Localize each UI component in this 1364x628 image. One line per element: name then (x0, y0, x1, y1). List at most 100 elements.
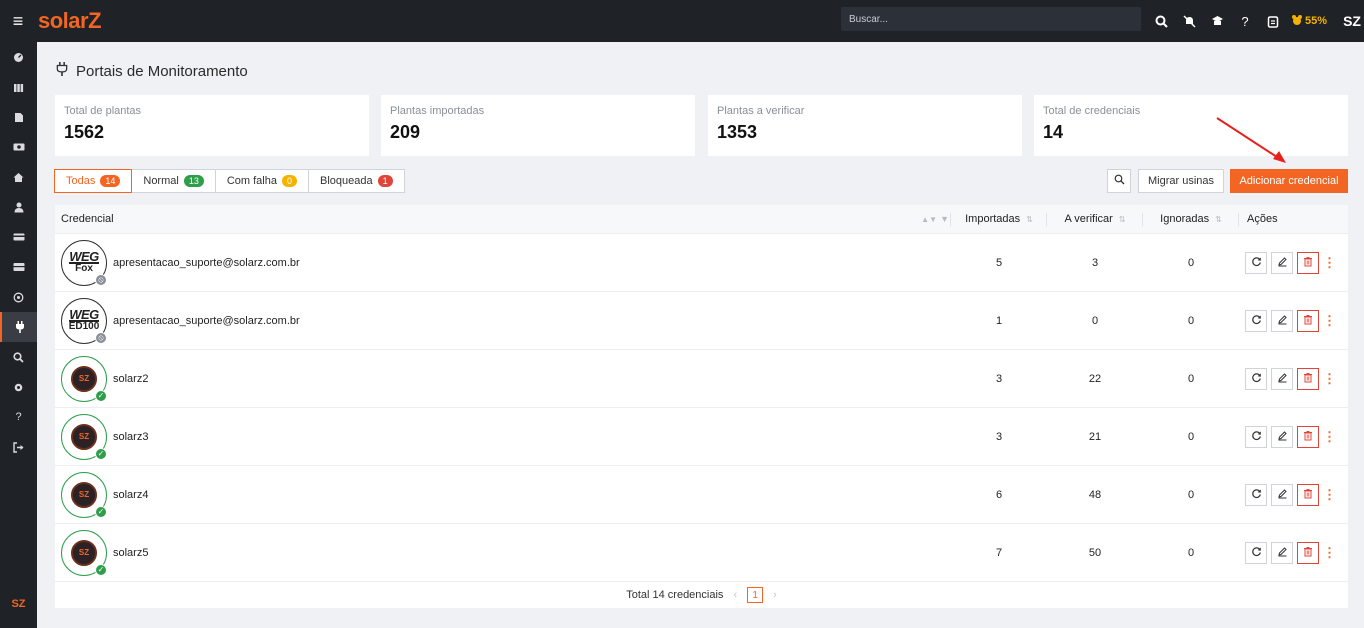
more-options-icon[interactable]: ⋮ (1323, 255, 1336, 271)
page-number[interactable]: 1 (747, 587, 764, 603)
user-avatar[interactable]: SZ (1341, 10, 1363, 32)
sync-button[interactable] (1245, 541, 1267, 564)
more-options-icon[interactable]: ⋮ (1323, 487, 1336, 503)
delete-button[interactable] (1297, 367, 1319, 390)
pencil-icon (1277, 430, 1288, 444)
card-icon[interactable] (0, 222, 37, 252)
verificar-value: 50 (1088, 546, 1102, 559)
card-total-plantas: Total de plantas 1562 (55, 95, 369, 156)
check-icon: ✓ (95, 389, 107, 402)
sort-icon[interactable]: ⇅ (1215, 215, 1222, 224)
more-options-icon[interactable]: ⋮ (1323, 313, 1336, 329)
plug-icon[interactable] (0, 312, 37, 342)
migrar-usinas-button[interactable]: Migrar usinas (1138, 169, 1224, 193)
edit-button[interactable] (1271, 483, 1293, 506)
importadas-value: 5 (995, 256, 1003, 269)
verificar-value: 3 (1091, 256, 1099, 269)
delete-button[interactable] (1297, 251, 1319, 274)
sync-button[interactable] (1245, 367, 1267, 390)
table-row[interactable]: SZ ✓ solarz5 7 50 0 ⋮ (55, 524, 1348, 582)
delete-button[interactable] (1297, 483, 1319, 506)
filter-icon[interactable]: ▼ (940, 214, 949, 224)
app-logo[interactable]: solarZ (38, 8, 102, 34)
credential-logo: SZ ✓ (61, 529, 107, 576)
graduation-icon[interactable] (1203, 0, 1231, 42)
edit-button[interactable] (1271, 251, 1293, 274)
ignoradas-value: 0 (1187, 314, 1195, 327)
library-icon[interactable] (0, 72, 37, 102)
search-button[interactable] (1107, 169, 1131, 193)
tab-com-falha[interactable]: Com falha 0 (214, 169, 309, 193)
edit-button[interactable] (1271, 425, 1293, 448)
edit-button[interactable] (1271, 541, 1293, 564)
wallet-icon[interactable] (0, 252, 37, 282)
search-input[interactable]: Buscar... (841, 7, 1141, 31)
refresh-icon (1251, 430, 1262, 444)
home-icon[interactable] (0, 162, 37, 192)
next-page-icon[interactable]: › (773, 589, 777, 601)
table-row[interactable]: SZ ✓ solarz3 3 21 0 ⋮ (55, 408, 1348, 466)
search-icon[interactable] (0, 342, 37, 372)
more-options-icon[interactable]: ⋮ (1323, 545, 1336, 561)
table-row[interactable]: SZ ✓ solarz4 6 48 0 ⋮ (55, 466, 1348, 524)
more-options-icon[interactable]: ⋮ (1323, 429, 1336, 445)
clipboard-icon[interactable] (1259, 0, 1287, 42)
solarz-logo: SZ (71, 365, 97, 392)
menu-icon[interactable]: ≡ (0, 0, 36, 42)
battery-badge[interactable]: 55% (1291, 14, 1327, 29)
sync-button[interactable] (1245, 309, 1267, 332)
header-label: Ações (1247, 213, 1278, 225)
delete-button[interactable] (1297, 425, 1319, 448)
battery-percent: 55% (1305, 15, 1328, 27)
header-credencial[interactable]: Credencial ▲▼ ▼ (55, 205, 951, 234)
bee-icon (1291, 14, 1303, 29)
trash-icon (1303, 488, 1313, 502)
logout-icon[interactable] (0, 432, 37, 462)
header-importadas[interactable]: Importadas ⇅ (951, 205, 1047, 234)
tab-normal[interactable]: Normal 13 (131, 169, 216, 193)
sort-icon[interactable]: ⇅ (1119, 215, 1126, 224)
sort-icon[interactable]: ⇅ (1026, 215, 1033, 224)
sync-button[interactable] (1245, 483, 1267, 506)
help-icon[interactable]: ? (1231, 0, 1259, 42)
tab-bloqueada[interactable]: Bloqueada 1 (308, 169, 405, 193)
credential-cell: SZ ✓ solarz2 (55, 350, 951, 408)
prev-page-icon[interactable]: ‹ (733, 589, 737, 601)
card-plantas-importadas: Plantas importadas 209 (381, 95, 695, 156)
trash-icon (1303, 314, 1313, 328)
delete-button[interactable] (1297, 541, 1319, 564)
tab-count-badge: 13 (183, 175, 204, 187)
delete-button[interactable] (1297, 309, 1319, 332)
dashboard-icon[interactable] (0, 42, 37, 72)
notifications-off-icon[interactable] (1175, 0, 1203, 42)
tab-count-badge: 0 (281, 175, 297, 187)
solarz-logo: SZ (71, 539, 97, 566)
sort-icon[interactable]: ▲▼ (921, 215, 937, 224)
search-icon[interactable] (1147, 0, 1175, 42)
money-icon[interactable] (0, 132, 37, 162)
tab-todas[interactable]: Todas 14 (54, 169, 133, 193)
table-row[interactable]: WEG ED100 ⦸ apresentacao_suporte@solarz.c… (55, 292, 1348, 350)
verificar-value: 48 (1088, 488, 1102, 501)
table-row[interactable]: SZ ✓ solarz2 3 22 0 ⋮ (55, 350, 1348, 408)
header-ignoradas[interactable]: Ignoradas ⇅ (1143, 205, 1239, 234)
annotation-arrow-icon (1216, 117, 1286, 163)
add-credential-button[interactable]: Adicionar credencial (1230, 169, 1348, 193)
edit-button[interactable] (1271, 309, 1293, 332)
refresh-icon (1251, 546, 1262, 560)
edit-button[interactable] (1271, 367, 1293, 390)
whatsapp-icon[interactable] (0, 282, 37, 312)
sync-button[interactable] (1245, 425, 1267, 448)
credential-cell: WEG Fox ⦸ apresentacao_suporte@solarz.com… (55, 234, 951, 292)
gear-icon[interactable] (0, 372, 37, 402)
user-icon[interactable] (0, 192, 37, 222)
sync-button[interactable] (1245, 251, 1267, 274)
logo-subtitle: Fox (75, 262, 93, 274)
more-options-icon[interactable]: ⋮ (1323, 371, 1336, 387)
importadas-value: 3 (995, 430, 1003, 443)
help-icon[interactable]: ? (0, 402, 37, 432)
header-a-verificar[interactable]: A verificar ⇅ (1047, 205, 1143, 234)
table-row[interactable]: WEG Fox ⦸ apresentacao_suporte@solarz.com… (55, 234, 1348, 292)
document-icon[interactable] (0, 102, 37, 132)
actions-cell: ⋮ (1239, 292, 1348, 350)
